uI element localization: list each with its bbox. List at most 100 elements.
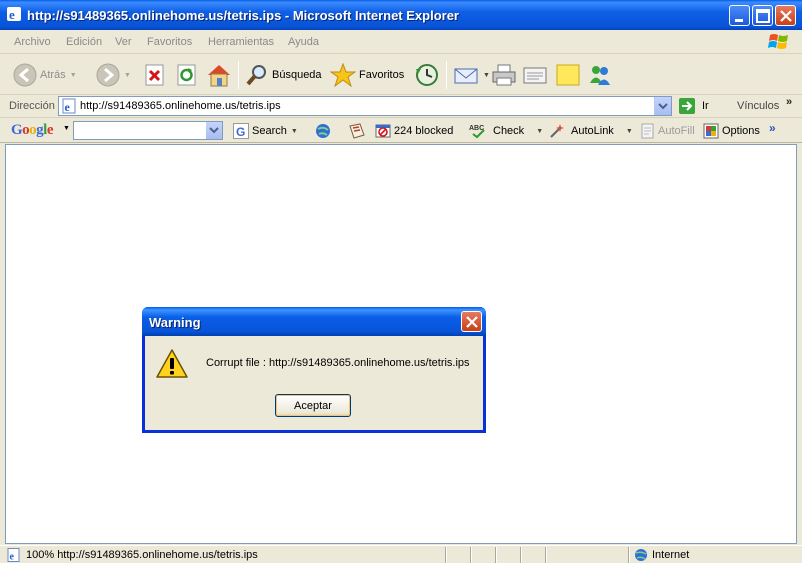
address-url: http://s91489365.onlinehome.us/tetris.ip… — [80, 100, 281, 112]
google-search-input[interactable] — [73, 121, 223, 140]
forward-arrow-icon — [96, 63, 120, 87]
autofill-button[interactable]: AutoFill — [639, 122, 695, 140]
dialog-body: Corrupt file : http://s91489365.onlineho… — [145, 336, 483, 430]
note-icon — [556, 64, 580, 86]
search-icon — [246, 65, 266, 86]
favorites-button[interactable]: Favoritos — [330, 61, 404, 89]
autolink-button[interactable]: AutoLink ▼ — [548, 122, 633, 140]
warning-icon — [156, 349, 188, 378]
menu-edicion[interactable]: Edición — [66, 36, 102, 48]
dialog-message: Corrupt file : http://s91489365.onlineho… — [206, 357, 470, 369]
check-dropdown-icon[interactable]: ▼ — [536, 128, 543, 135]
refresh-button[interactable] — [176, 61, 198, 89]
minimize-icon — [735, 19, 743, 22]
back-arrow-icon — [13, 63, 37, 87]
menu-ayuda[interactable]: Ayuda — [288, 36, 319, 48]
security-zone: Internet — [634, 548, 689, 562]
dialog-title-bar[interactable]: Warning — [142, 307, 486, 336]
globe-icon — [635, 549, 647, 561]
google-search-dropdown[interactable] — [206, 122, 222, 139]
popup-blocker-button[interactable]: 224 blocked — [375, 122, 453, 140]
chevron-down-icon — [658, 103, 668, 110]
search-dropdown-icon[interactable]: ▼ — [291, 128, 298, 135]
globe-icon — [316, 124, 330, 138]
page-icon: e — [62, 98, 76, 114]
print-button[interactable] — [491, 61, 517, 89]
wand-icon — [550, 124, 564, 138]
dialog-close-button[interactable] — [461, 311, 482, 332]
address-label: Dirección — [9, 100, 55, 112]
address-bar: Dirección e http://s91489365.onlinehome.… — [0, 95, 802, 118]
menu-archivo[interactable]: Archivo — [14, 36, 51, 48]
back-dropdown-icon[interactable]: ▼ — [70, 72, 77, 79]
maximize-icon — [756, 9, 770, 23]
google-toolbar-chevron-icon[interactable]: » — [769, 121, 776, 135]
minimize-button[interactable] — [729, 5, 750, 26]
google-toolbar: Google ▼ G Search ▼ 224 blocked ABC Chec… — [0, 119, 802, 143]
ie-icon: e — [7, 7, 21, 22]
warning-dialog: Warning Corrupt file : http://s91489365.… — [142, 307, 486, 433]
popup-blocked-icon — [375, 124, 391, 138]
close-icon — [466, 316, 478, 328]
menu-bar: Archivo Edición Ver Favoritos Herramient… — [0, 30, 802, 54]
svg-text:e: e — [9, 7, 15, 22]
title-bar: e http://s91489365.onlinehome.us/tetris.… — [0, 0, 802, 30]
options-button[interactable]: Options — [703, 122, 760, 140]
news-button[interactable] — [348, 122, 366, 140]
search-button[interactable]: Búsqueda — [245, 61, 322, 89]
menu-herramientas[interactable]: Herramientas — [208, 36, 274, 48]
options-icon — [703, 123, 719, 139]
autofill-icon — [641, 123, 654, 139]
windows-logo-icon — [768, 34, 788, 49]
close-button[interactable] — [775, 5, 796, 26]
home-icon — [208, 65, 230, 87]
back-button[interactable]: Atrás ▼ — [13, 61, 77, 89]
window-title: http://s91489365.onlinehome.us/tetris.ip… — [27, 8, 459, 23]
stop-icon — [145, 64, 164, 86]
home-button[interactable] — [206, 61, 232, 89]
mail-button[interactable]: ▼ — [453, 61, 490, 89]
autolink-dropdown-icon[interactable]: ▼ — [626, 128, 633, 135]
links-label[interactable]: Vínculos — [737, 100, 779, 112]
address-input[interactable]: e http://s91489365.onlinehome.us/tetris.… — [58, 96, 672, 116]
history-button[interactable] — [414, 61, 440, 89]
printer-icon — [492, 64, 516, 86]
star-icon — [330, 63, 356, 87]
google-menu-dropdown-icon[interactable]: ▼ — [63, 125, 70, 132]
zone-label: Internet — [652, 549, 690, 561]
messenger-icon — [590, 66, 610, 85]
accept-button[interactable]: Aceptar — [275, 394, 351, 417]
menu-favoritos[interactable]: Favoritos — [147, 36, 192, 48]
mail-icon — [454, 68, 478, 84]
spellcheck-icon: ABC — [469, 125, 485, 139]
status-text: 100% http://s91489365.onlinehome.us/tetr… — [26, 549, 258, 561]
dialog-title: Warning — [149, 315, 201, 330]
address-dropdown-button[interactable] — [654, 97, 671, 115]
links-chevron-icon[interactable]: » — [786, 96, 792, 108]
spellcheck-button[interactable]: ABC Check ▼ — [469, 122, 543, 140]
svg-text:e: e — [10, 552, 15, 563]
google-logo[interactable]: Google — [11, 122, 54, 139]
forward-button[interactable]: ▼ — [96, 61, 131, 89]
discuss-button[interactable] — [555, 61, 581, 89]
svg-text:e: e — [65, 100, 71, 114]
stop-button[interactable] — [144, 61, 166, 89]
mail-dropdown-icon[interactable]: ▼ — [483, 72, 490, 79]
go-button[interactable]: Ir — [678, 97, 709, 115]
menu-ver[interactable]: Ver — [115, 36, 132, 48]
google-search-button[interactable]: G Search ▼ — [233, 122, 298, 140]
svg-text:G: G — [236, 125, 245, 139]
history-icon — [416, 64, 438, 86]
standard-toolbar: Atrás ▼ ▼ Búsqueda Favoritos ▼ — [0, 55, 802, 95]
google-g-icon: G — [233, 123, 249, 139]
go-arrow-icon — [679, 98, 695, 114]
pagerank-button[interactable] — [315, 122, 331, 140]
forward-dropdown-icon[interactable]: ▼ — [124, 72, 131, 79]
messenger-button[interactable] — [587, 61, 613, 89]
chevron-down-icon — [209, 127, 219, 134]
close-icon — [780, 10, 792, 22]
edit-button[interactable] — [522, 61, 548, 89]
refresh-icon — [177, 64, 196, 86]
maximize-button[interactable] — [752, 5, 773, 26]
edit-page-icon — [523, 67, 547, 84]
